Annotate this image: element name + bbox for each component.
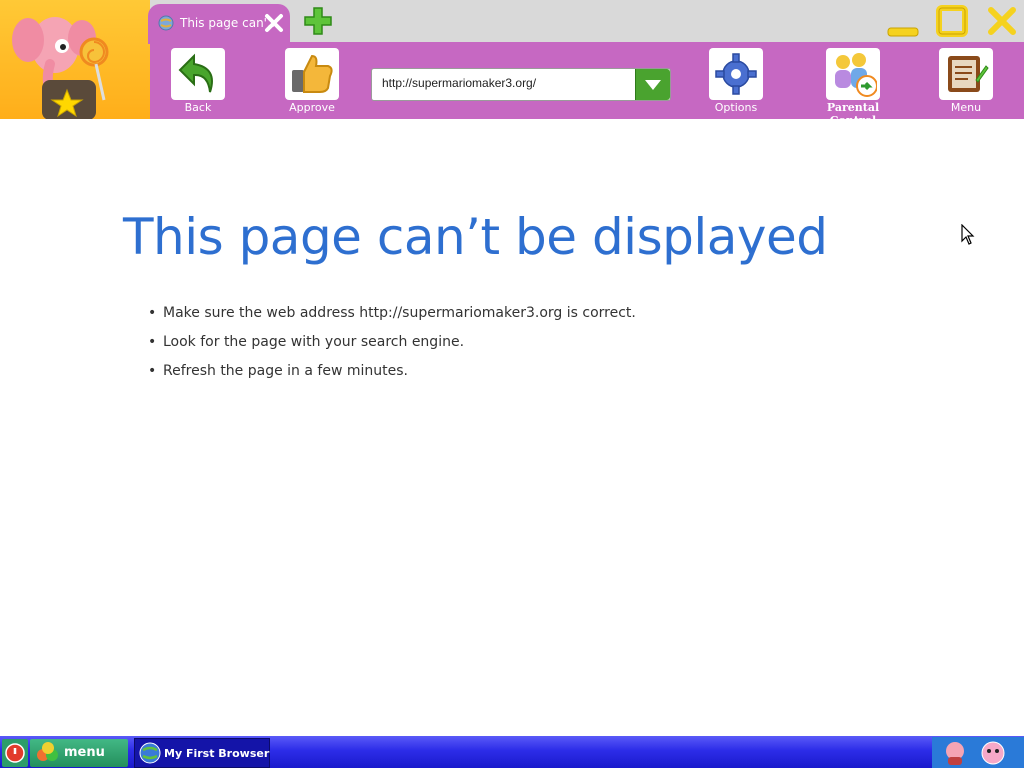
chevron-down-icon [645, 80, 661, 90]
back-label: Back [184, 101, 212, 114]
globe-icon [158, 15, 174, 31]
parental-control-label: Parental Control [826, 101, 880, 127]
balloons-icon [37, 742, 58, 761]
tab-current[interactable]: This page can'… [148, 4, 290, 44]
suggestion-text: Look for the page with your search engin… [163, 334, 465, 350]
plus-icon [304, 7, 332, 35]
address-input[interactable]: http://supermariomaker3.org/ [382, 76, 536, 90]
mascot-tray-icon[interactable] [940, 739, 970, 767]
parental-control-icon [826, 48, 880, 100]
options-button[interactable]: Options [696, 48, 776, 118]
back-button[interactable]: Back [158, 48, 238, 118]
close-window-button[interactable] [986, 5, 1018, 37]
menu-label: Menu [950, 101, 982, 114]
start-menu-label: menu [64, 745, 105, 760]
system-tray [932, 737, 1024, 768]
power-icon [5, 743, 25, 763]
notebook-pencil-icon [939, 48, 993, 100]
maximize-icon [936, 5, 968, 37]
power-button[interactable] [2, 739, 28, 767]
globe-icon [139, 742, 161, 764]
list-item: • Make sure the web address http://superm… [148, 305, 636, 321]
thumbs-up-icon [285, 48, 339, 100]
back-arrow-icon [171, 48, 225, 100]
taskbar-app-label: My First Browser [164, 747, 270, 760]
close-icon[interactable] [264, 13, 284, 33]
character-tray-icon[interactable] [978, 739, 1008, 767]
address-bar[interactable]: http://supermariomaker3.org/ [371, 68, 671, 101]
options-label: Options [714, 101, 758, 114]
new-tab-button[interactable] [304, 6, 332, 36]
mouse-cursor-icon [961, 223, 975, 250]
start-menu-button[interactable]: menu [30, 739, 128, 767]
list-item: • Look for the page with your search engi… [148, 334, 465, 350]
suggestion-text: Make sure the web address http://superma… [163, 305, 636, 321]
minimize-button[interactable] [886, 8, 920, 38]
approve-button[interactable]: Approve [272, 48, 352, 118]
taskbar-app-my-first-browser[interactable]: My First Browser [134, 738, 270, 768]
close-icon [988, 7, 1016, 35]
gear-icon [709, 48, 763, 100]
suggestion-list: • Make sure the web address http://superm… [148, 304, 636, 391]
parental-control-button[interactable]: Parental Control [811, 48, 895, 127]
maximize-button[interactable] [936, 5, 968, 37]
approve-label: Approve [289, 101, 335, 114]
elephant-mascot-logo [0, 0, 150, 119]
address-dropdown-button[interactable] [635, 69, 670, 100]
menu-button[interactable]: Menu [926, 48, 1006, 118]
suggestion-text: Refresh the page in a few minutes. [163, 363, 408, 379]
page-title: This page can’t be displayed [123, 208, 828, 266]
list-item: • Refresh the page in a few minutes. [148, 363, 408, 379]
minimize-icon [887, 27, 919, 37]
